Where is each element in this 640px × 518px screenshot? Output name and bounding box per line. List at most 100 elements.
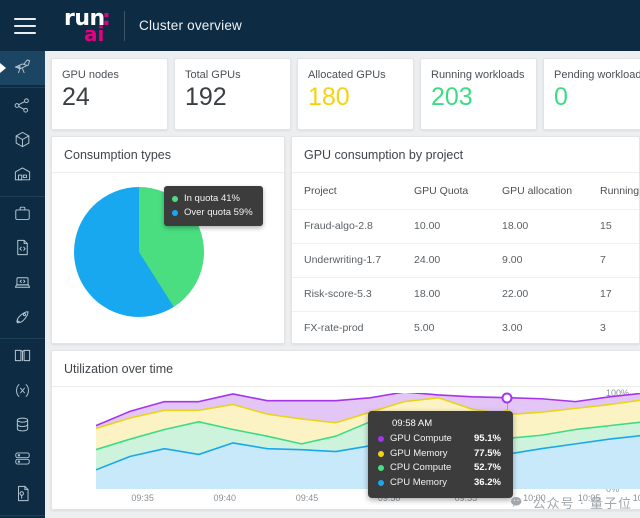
cell-gpu-quota: 5.00 (402, 311, 490, 344)
function-icon (13, 381, 32, 405)
hamburger-bar (14, 32, 36, 34)
tooltip-row-gpu-memory: GPU Memory 77.5% (378, 447, 501, 462)
pie-chart-area: In quota 41% Over quota 59% (52, 173, 284, 341)
cell-running-workloads: 7 (588, 243, 640, 277)
tooltip-value-cpu-compute: 52.7% (474, 461, 501, 476)
sidebar-item-datasources[interactable] (0, 410, 45, 444)
watermark-text: 公众号 · 量子位 (533, 493, 632, 512)
tooltip-swatch-cpu-compute (378, 465, 384, 471)
utilization-chart-area[interactable]: 0%20%40%60%80%100% 09:3509:4009:4509:500… (52, 387, 640, 506)
column-header-gpu-quota[interactable]: GPU Quota (402, 173, 490, 209)
hamburger-icon[interactable] (14, 18, 36, 34)
body-region: GPU nodes 24 Total GPUs 192 Allocated GP… (0, 51, 640, 518)
kpi-card-pending-workloads[interactable]: Pending workloads 0 (543, 58, 640, 130)
kpi-value: 180 (308, 85, 413, 110)
sidebar (0, 51, 45, 518)
top-bar: run : ai Cluster overview (0, 0, 640, 51)
tooltip-swatch-gpu-compute (378, 436, 384, 442)
data-point-marker[interactable] (502, 392, 513, 403)
cell-project: FX-rate-prod (292, 311, 402, 344)
cell-gpu-allocation: 3.00 (490, 311, 588, 344)
cell-gpu-quota: 18.00 (402, 277, 490, 311)
tooltip-value-gpu-memory: 77.5% (474, 447, 501, 462)
kpi-card-allocated-gpus[interactable]: Allocated GPUs 180 (297, 58, 414, 130)
book-open-icon (13, 346, 32, 370)
sidebar-item-docs[interactable] (0, 341, 45, 375)
file-code-icon (13, 238, 32, 262)
tooltip-time: 09:58 AM (392, 418, 501, 429)
main-content: GPU nodes 24 Total GPUs 192 Allocated GP… (45, 51, 640, 518)
tooltip-row-cpu-compute: CPU Compute 52.7% (378, 461, 501, 476)
table-row[interactable]: Underwriting-1.7 24.00 9.00 7 (292, 243, 640, 277)
runai-logo[interactable]: run : ai (64, 7, 112, 45)
header-divider (124, 11, 125, 41)
cell-running-workloads: 3 (588, 311, 640, 344)
watermark: 公众号 · 量子位 (510, 493, 632, 512)
utilization-tooltip: 09:58 AM GPU Compute 95.1% GPU Memory 77… (368, 411, 513, 498)
cell-project: Underwriting-1.7 (292, 243, 402, 277)
cell-gpu-allocation: 18.00 (490, 209, 588, 243)
kpi-label: Pending workloads (554, 69, 640, 81)
database-icon (13, 415, 32, 439)
kpi-value: 0 (554, 85, 640, 110)
sidebar-item-nodes[interactable] (0, 125, 45, 159)
gpu-consumption-table: Project GPU Quota GPU allocation Running… (292, 173, 640, 344)
kpi-card-running-workloads[interactable]: Running workloads 203 (420, 58, 537, 130)
gpu-consumption-card: GPU consumption by project Project GPU Q… (291, 136, 640, 344)
legend-label-over-quota: Over quota 59% (184, 206, 253, 220)
utilization-title: Utilization over time (52, 351, 640, 387)
column-header-gpu-allocation[interactable]: GPU allocation (490, 173, 588, 209)
warehouse-icon (13, 164, 32, 188)
hamburger-bar (14, 25, 36, 27)
sidebar-item-workspaces[interactable] (0, 267, 45, 301)
logo-ai-text: ai (84, 24, 104, 44)
kpi-card-gpu-nodes[interactable]: GPU nodes 24 (51, 58, 168, 130)
cell-running-workloads: 17 (588, 277, 640, 311)
sidebar-item-compute-resources[interactable] (0, 444, 45, 478)
cell-project: Risk-score-5.3 (292, 277, 402, 311)
table-header-row: Project GPU Quota GPU allocation Running… (292, 173, 640, 209)
tooltip-label-cpu-compute: CPU Compute (390, 461, 474, 476)
table-row[interactable]: FX-rate-prod 5.00 3.00 3 (292, 311, 640, 344)
x-tick-label: 10:10 (633, 493, 640, 503)
column-header-project[interactable]: Project (292, 173, 402, 209)
kpi-card-total-gpus[interactable]: Total GPUs 192 (174, 58, 291, 130)
sidebar-item-overview[interactable] (0, 51, 45, 85)
sidebar-divider (0, 196, 45, 197)
sidebar-item-analytics[interactable] (0, 90, 45, 124)
sidebar-item-policies[interactable] (0, 479, 45, 513)
kpi-label: GPU nodes (62, 69, 167, 81)
tooltip-row-gpu-compute: GPU Compute 95.1% (378, 432, 501, 447)
legend-swatch-over-quota (172, 210, 178, 216)
page-title: Cluster overview (139, 18, 242, 33)
tooltip-label-cpu-memory: CPU Memory (390, 476, 474, 491)
tooltip-label-gpu-compute: GPU Compute (390, 432, 474, 447)
servers-icon (13, 449, 32, 473)
kpi-label: Allocated GPUs (308, 69, 413, 81)
column-header-running-workloads[interactable]: Running workloads (588, 173, 640, 209)
cell-gpu-quota: 24.00 (402, 243, 490, 277)
table-row[interactable]: Risk-score-5.3 18.00 22.00 17 (292, 277, 640, 311)
sidebar-item-functions[interactable] (0, 376, 45, 410)
briefcase-icon (13, 204, 32, 228)
sidebar-item-projects[interactable] (0, 199, 45, 233)
wechat-icon (510, 496, 527, 510)
legend-label-in-quota: In quota 41% (184, 192, 240, 206)
legend-row-over-quota: Over quota 59% (172, 206, 253, 220)
middle-row: Consumption types In quota 41% Over quot… (51, 136, 640, 344)
utilization-card: Utilization over time 0%20%40%60%80%100%… (51, 350, 640, 510)
rocket-icon (13, 307, 32, 331)
table-row[interactable]: Fraud-algo-2.8 10.00 18.00 15 (292, 209, 640, 243)
sidebar-item-trainings[interactable] (0, 302, 45, 336)
sidebar-item-templates[interactable] (0, 233, 45, 267)
sidebar-item-clusters[interactable] (0, 159, 45, 193)
laptop-code-icon (13, 273, 32, 297)
sidebar-divider (0, 338, 45, 339)
cell-running-workloads: 15 (588, 209, 640, 243)
kpi-value: 192 (185, 85, 290, 110)
cell-gpu-allocation: 22.00 (490, 277, 588, 311)
x-tick-label: 09:40 (214, 493, 237, 503)
telescope-icon (13, 56, 32, 80)
gpu-consumption-title: GPU consumption by project (292, 137, 639, 173)
sidebar-divider (0, 515, 45, 516)
